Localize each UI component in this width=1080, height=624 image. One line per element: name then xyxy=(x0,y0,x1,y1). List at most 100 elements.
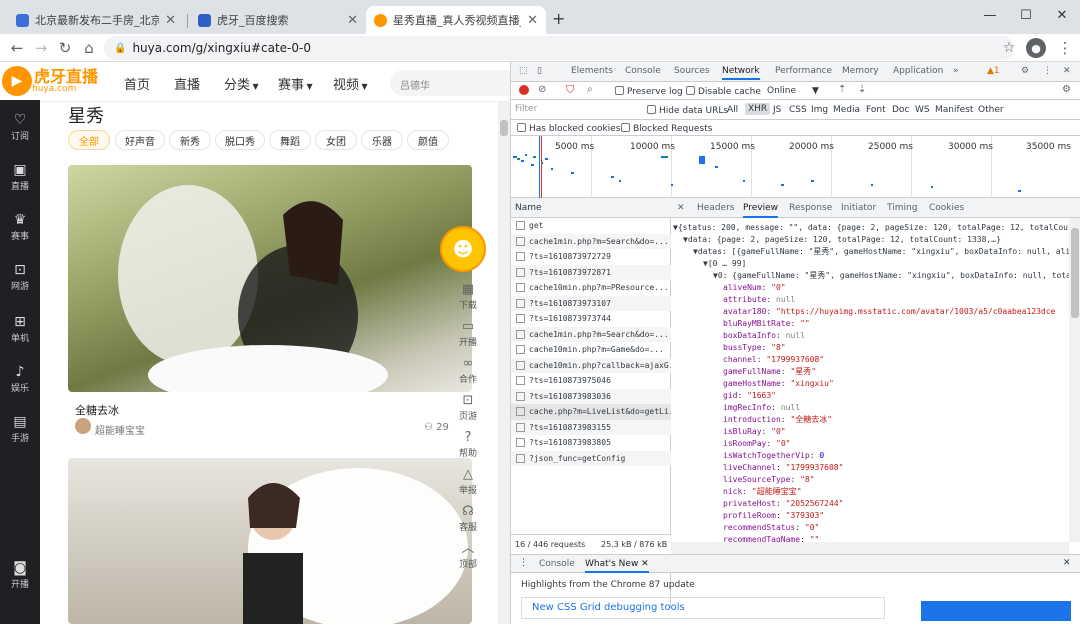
drawer-menu-icon[interactable]: ⋮ xyxy=(519,558,528,568)
float-broadcast[interactable]: ▭ 开播 xyxy=(450,319,486,348)
chip-talk-show[interactable]: 脱口秀 xyxy=(215,130,265,150)
page-scrollbar[interactable] xyxy=(498,102,510,624)
filter-img[interactable]: Img xyxy=(811,105,828,115)
export-har-icon[interactable]: ⇣ xyxy=(858,84,866,95)
has-blocked-cookies-checkbox[interactable]: Has blocked cookies xyxy=(517,123,620,134)
tab-application[interactable]: Application xyxy=(893,66,943,76)
filter-media[interactable]: Media xyxy=(833,105,860,115)
chip-all[interactable]: 全部 xyxy=(68,130,110,150)
close-drawer-icon[interactable]: ✕ xyxy=(1063,558,1071,568)
request-row[interactable]: cache1min.php?m=Search&do=... xyxy=(511,233,671,249)
profile-avatar-icon[interactable]: ● xyxy=(1026,38,1046,58)
warning-count[interactable]: ▲1 xyxy=(987,66,1000,76)
float-help[interactable]: ? 帮助 xyxy=(450,430,486,459)
chip-looks[interactable]: 颜值 xyxy=(407,130,449,150)
request-row[interactable]: ?ts=1610873983036 xyxy=(511,388,671,404)
request-row[interactable]: get xyxy=(511,218,671,234)
hide-data-urls-checkbox[interactable]: Hide data URLs xyxy=(647,105,728,116)
nav-live[interactable]: 直播 xyxy=(174,74,200,93)
request-row[interactable]: ?ts=1610873983155 xyxy=(511,419,671,435)
forward-icon[interactable]: → xyxy=(30,37,52,59)
tab-headers[interactable]: Headers xyxy=(697,203,734,213)
stream-thumbnail-2[interactable] xyxy=(68,458,472,624)
preserve-log-checkbox[interactable]: Preserve log xyxy=(615,86,683,97)
import-har-icon[interactable]: ⇡ xyxy=(838,84,846,95)
float-top[interactable]: ︿ 顶部 xyxy=(450,541,486,570)
filter-doc[interactable]: Doc xyxy=(892,105,909,115)
tab-memory[interactable]: Memory xyxy=(842,66,879,76)
nav-video[interactable]: 视频 ▼ xyxy=(333,74,368,93)
drawer-tab-whats-new[interactable]: What's New ✕ xyxy=(585,559,649,573)
scrollbar-thumb[interactable] xyxy=(1071,228,1079,318)
new-tab-button[interactable]: + xyxy=(552,9,565,28)
chip-dance[interactable]: 舞蹈 xyxy=(269,130,311,150)
disable-cache-checkbox[interactable]: Disable cache xyxy=(686,86,761,97)
sidebar-item-single-player[interactable]: ⊞ 单机 xyxy=(0,310,40,354)
mascot-icon[interactable]: ☻ xyxy=(440,226,486,272)
record-icon[interactable] xyxy=(519,85,529,95)
filter-font[interactable]: Font xyxy=(866,105,886,115)
close-window-button[interactable]: ✕ xyxy=(1044,4,1080,26)
browser-tab-3-active[interactable]: 星秀直播_真人秀视频直播_美女直 ✕ xyxy=(366,6,546,34)
close-tab-icon[interactable]: ✕ xyxy=(165,13,176,28)
sidebar-item-subscribe[interactable]: ♡ 订阅 xyxy=(0,108,40,152)
close-tab-icon[interactable]: ✕ xyxy=(347,13,358,28)
nav-events[interactable]: 赛事 ▼ xyxy=(278,74,313,93)
float-web-games[interactable]: ⊡ 页游 xyxy=(450,393,486,422)
preview-scrollbar[interactable] xyxy=(1069,218,1080,542)
float-service[interactable]: ☊ 客服 xyxy=(450,504,486,533)
sidebar-item-mobile-games[interactable]: ▤ 手游 xyxy=(0,410,40,454)
bookmark-star-icon[interactable]: ☆ xyxy=(998,37,1020,59)
reload-icon[interactable]: ↻ xyxy=(54,37,76,59)
sidebar-item-broadcast[interactable]: ◙ 开播 xyxy=(0,556,40,600)
search-icon[interactable]: ⌕ xyxy=(587,84,593,95)
clear-icon[interactable]: ⊘ xyxy=(538,84,546,95)
chip-girl-group[interactable]: 女团 xyxy=(315,130,357,150)
sidebar-item-entertainment[interactable]: ♪ 娱乐 xyxy=(0,360,40,404)
request-row[interactable]: ?ts=1610873983805 xyxy=(511,435,671,451)
sidebar-item-events[interactable]: ♛ 赛事 xyxy=(0,208,40,252)
filter-ws[interactable]: WS xyxy=(915,105,930,115)
close-tab-icon[interactable]: ✕ xyxy=(527,13,538,28)
close-tab-icon[interactable]: ✕ xyxy=(638,559,649,569)
request-row[interactable]: cache1min.php?m=Search&do=... xyxy=(511,326,671,342)
filter-css[interactable]: CSS xyxy=(789,105,807,115)
chip-good-voice[interactable]: 好声音 xyxy=(115,130,165,150)
blocked-requests-checkbox[interactable]: Blocked Requests xyxy=(621,123,712,134)
float-cooperate[interactable]: ∞ 合作 xyxy=(450,356,486,385)
filter-input[interactable]: Filter xyxy=(515,104,635,116)
request-row[interactable]: cache10min.php?m=PResource... xyxy=(511,280,671,296)
maximize-button[interactable]: ☐ xyxy=(1008,4,1044,26)
filter-js[interactable]: JS xyxy=(773,105,781,115)
home-icon[interactable]: ⌂ xyxy=(78,37,100,59)
filter-xhr[interactable]: XHR xyxy=(745,103,771,115)
sidebar-item-live[interactable]: ▣ 直播 xyxy=(0,158,40,202)
tab-elements[interactable]: Elements xyxy=(571,66,613,76)
devtools-menu-icon[interactable]: ⋮ xyxy=(1043,66,1052,76)
back-icon[interactable]: ← xyxy=(6,37,28,59)
browser-tab-2[interactable]: 虎牙_百度搜索 ✕ xyxy=(190,6,366,34)
network-settings-icon[interactable]: ⚙ xyxy=(1062,84,1071,95)
float-download[interactable]: ▦ 下载 xyxy=(450,282,486,311)
json-line[interactable]: ▼0: {gameFullName: "星秀", gameHostName: "… xyxy=(713,270,1069,282)
more-tabs-icon[interactable]: » xyxy=(953,66,959,76)
request-row[interactable]: cache.php?m=LiveList&do=getLi... xyxy=(511,404,671,420)
whats-new-link[interactable]: New CSS Grid debugging tools xyxy=(521,597,885,619)
json-line[interactable]: ▼datas: [{gameFullName: "星秀", gameHostNa… xyxy=(693,246,1069,258)
site-search-input[interactable]: 吕德华 xyxy=(390,70,510,96)
tab-sources[interactable]: Sources xyxy=(674,66,710,76)
request-row[interactable]: ?json_func=getConfig xyxy=(511,450,671,466)
json-preview[interactable]: ▼{status: 200, message: "", data: {page:… xyxy=(671,218,1069,542)
sidebar-item-online-games[interactable]: ⊡ 网游 xyxy=(0,258,40,302)
json-line[interactable]: ▼data: {page: 2, pageSize: 120, totalPag… xyxy=(683,234,1001,246)
device-toolbar-icon[interactable]: ▯ xyxy=(537,66,542,76)
close-detail-icon[interactable]: ✕ xyxy=(677,203,685,213)
tab-preview[interactable]: Preview xyxy=(743,203,779,218)
chip-instrument[interactable]: 乐器 xyxy=(361,130,403,150)
request-row[interactable]: cache10min.php?m=Game&do=... xyxy=(511,342,671,358)
filter-other[interactable]: Other xyxy=(978,105,1004,115)
request-row[interactable]: ?ts=1610873973107 xyxy=(511,295,671,311)
float-report[interactable]: △ 举报 xyxy=(450,467,486,496)
filter-manifest[interactable]: Manifest xyxy=(935,105,973,115)
nav-category[interactable]: 分类 ▼ xyxy=(224,74,259,93)
